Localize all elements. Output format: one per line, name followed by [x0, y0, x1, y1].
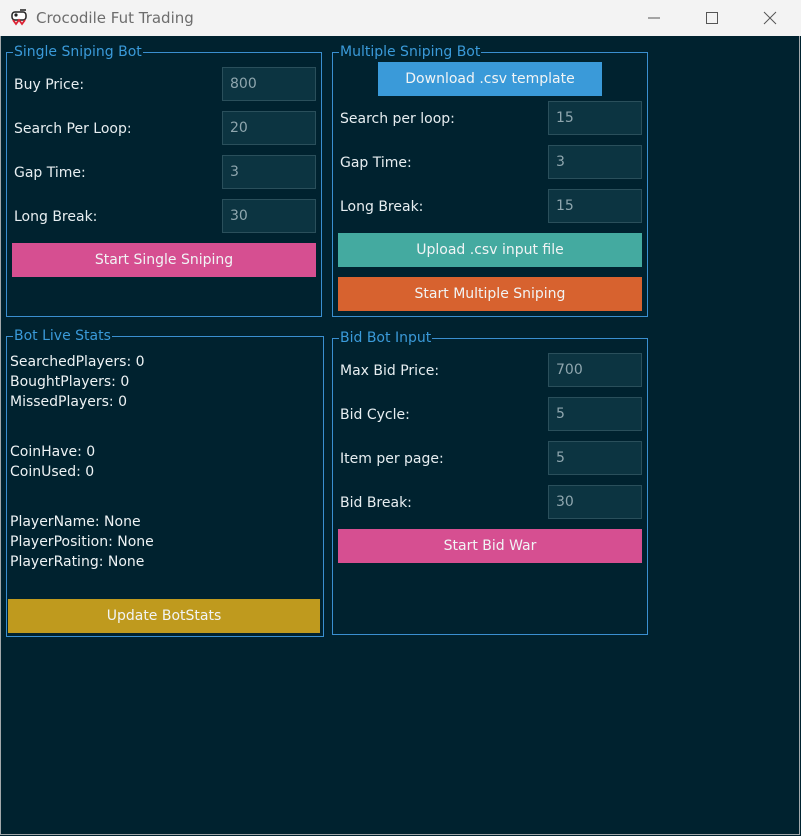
- player-position-stat: PlayerPosition: None: [10, 534, 154, 550]
- minimize-icon: [648, 17, 660, 19]
- bid-cycle-input[interactable]: 5: [548, 397, 642, 431]
- long-break-input[interactable]: 30: [222, 199, 316, 233]
- search-per-loop-label: Search Per Loop:: [14, 121, 132, 137]
- start-bid-war-button[interactable]: Start Bid War: [338, 529, 642, 563]
- single-sniping-title: Single Sniping Bot: [13, 43, 143, 61]
- title-bar: Crocodile Fut Trading: [0, 0, 801, 36]
- update-botstats-button[interactable]: Update BotStats: [8, 599, 320, 633]
- buy-price-label: Buy Price:: [14, 77, 85, 93]
- maximize-icon: [706, 12, 718, 24]
- player-name-stat: PlayerName: None: [10, 514, 141, 530]
- bid-break-input[interactable]: 30: [548, 485, 642, 519]
- item-per-page-label: Item per page:: [340, 451, 444, 467]
- bot-live-stats-title: Bot Live Stats: [13, 327, 112, 345]
- searched-players-stat: SearchedPlayers: 0: [10, 354, 145, 370]
- download-csv-template-button[interactable]: Download .csv template: [378, 62, 602, 96]
- bid-bot-input-title: Bid Bot Input: [339, 329, 433, 347]
- minimize-button[interactable]: [625, 0, 683, 36]
- search-per-loop-input[interactable]: 20: [222, 111, 316, 145]
- upload-csv-button[interactable]: Upload .csv input file: [338, 233, 642, 267]
- bid-break-label: Bid Break:: [340, 495, 412, 511]
- item-per-page-input[interactable]: 5: [548, 441, 642, 475]
- gap-time-label: Gap Time:: [14, 165, 86, 181]
- max-bid-price-input[interactable]: 700: [548, 353, 642, 387]
- coin-have-stat: CoinHave: 0: [10, 444, 96, 460]
- missed-players-stat: MissedPlayers: 0: [10, 394, 127, 410]
- bought-players-stat: BoughtPlayers: 0: [10, 374, 130, 390]
- multi-gap-time-input[interactable]: 3: [548, 145, 642, 179]
- long-break-label: Long Break:: [14, 209, 98, 225]
- multi-search-per-loop-label: Search per loop:: [340, 111, 455, 127]
- multi-long-break-input[interactable]: 15: [548, 189, 642, 223]
- multiple-sniping-title: Multiple Sniping Bot: [339, 43, 482, 61]
- window-title: Crocodile Fut Trading: [36, 9, 194, 27]
- player-rating-stat: PlayerRating: None: [10, 554, 145, 570]
- multi-long-break-label: Long Break:: [340, 199, 424, 215]
- bid-cycle-label: Bid Cycle:: [340, 407, 410, 423]
- multi-search-per-loop-input[interactable]: 15: [548, 101, 642, 135]
- start-single-sniping-button[interactable]: Start Single Sniping: [12, 243, 316, 277]
- coin-used-stat: CoinUsed: 0: [10, 464, 95, 480]
- close-icon: [763, 11, 777, 25]
- close-button[interactable]: [741, 0, 799, 36]
- maximize-button[interactable]: [683, 0, 741, 36]
- gap-time-input[interactable]: 3: [222, 155, 316, 189]
- max-bid-price-label: Max Bid Price:: [340, 363, 440, 379]
- multi-gap-time-label: Gap Time:: [340, 155, 412, 171]
- crocodile-app-icon: [10, 7, 30, 27]
- buy-price-input[interactable]: 800: [222, 67, 316, 101]
- start-multiple-sniping-button[interactable]: Start Multiple Sniping: [338, 277, 642, 311]
